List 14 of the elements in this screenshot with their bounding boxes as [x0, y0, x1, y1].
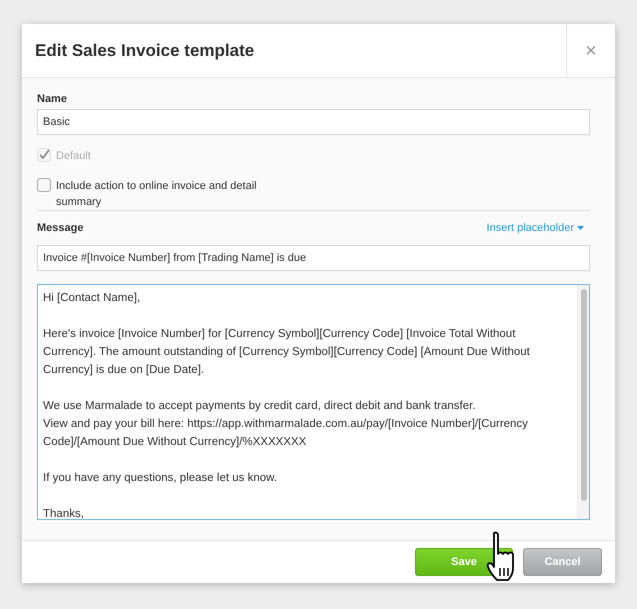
close-button[interactable]: ×	[566, 24, 615, 77]
checkbox-label: Default	[56, 149, 91, 164]
subject-field[interactable]: Invoice #[Invoice Number] from [Trading Name] is due	[37, 244, 590, 270]
cancel-button[interactable]: Cancel	[523, 548, 602, 576]
caret-icon	[577, 226, 584, 230]
checkbox[interactable]	[37, 178, 51, 192]
name-field[interactable]: Basic	[37, 109, 590, 135]
insert-placeholder-link[interactable]: Insert placeholder	[486, 220, 590, 236]
scrollbar-thumb[interactable]	[580, 288, 586, 500]
message-label: Message	[37, 221, 84, 236]
dialog-title: Edit Sales Invoice template	[34, 40, 256, 62]
name-label: Name	[37, 92, 68, 106]
message-body-field[interactable]: Hi [Contact Name], Here's invoice [Invoice Number] for [Currency Symbol][Currency Code] [Invoice Total Without Currency]. The amount outstanding of [Currency Symbol][Currency Code] [Amount Due Without Currency] is due on [Due Date]. We use Marmalade to accept payments by credit card, direct debit and bank transfer. View and pay your bill here: https://app.withmarmalade.com.au/pay/[Invoice Number]/[Currency Code]/[Amount Due Without Currency]/%XXXXXXX If you have any questions, please let us know. Thanks,	[37, 284, 590, 520]
checkbox-label: Include action to online invoice and detail summary	[56, 179, 258, 210]
